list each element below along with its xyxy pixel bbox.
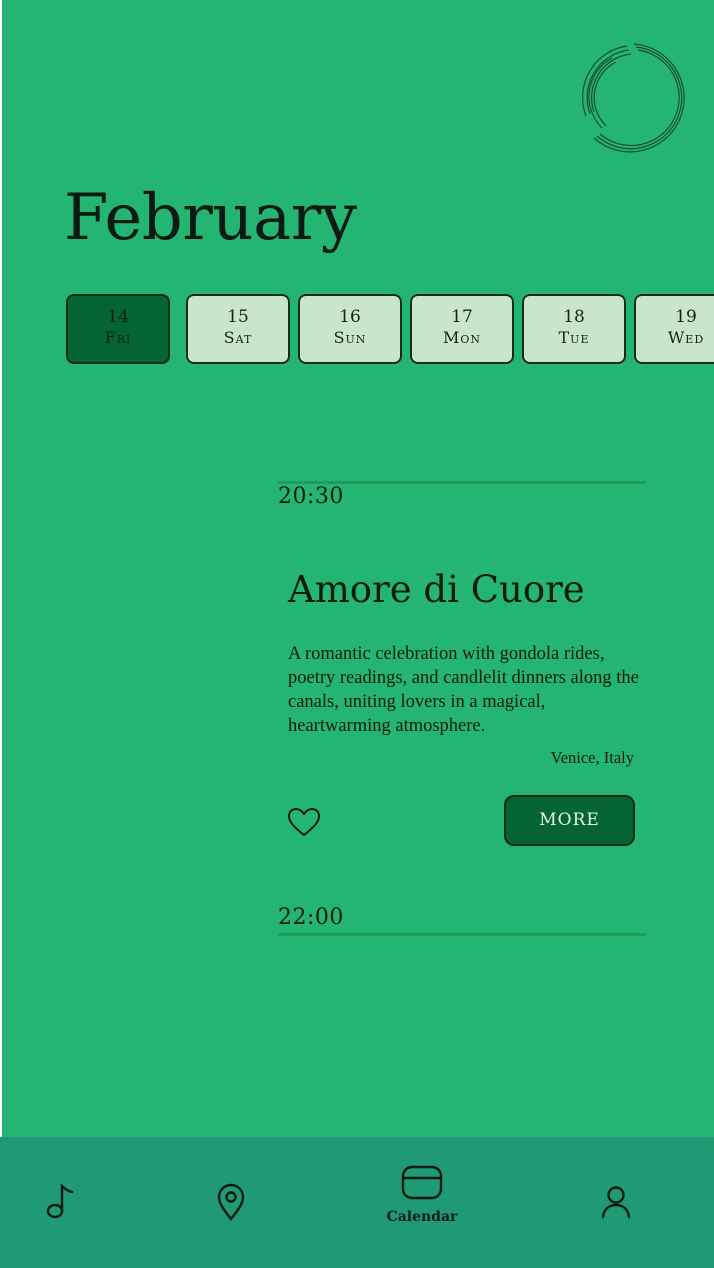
day-number: 17 (451, 307, 473, 327)
day-number: 18 (563, 307, 585, 327)
more-button[interactable]: MORE (504, 795, 635, 846)
event-description: A romantic celebration with gondola ride… (288, 644, 639, 736)
left-edge (0, 0, 2, 1140)
nav-item-calendar[interactable]: Calendar (372, 1137, 472, 1268)
day-chip-17[interactable]: 17 Mon (410, 294, 514, 364)
decorative-ring-icon (581, 43, 685, 153)
bottom-navigation: Calendar (0, 1137, 714, 1268)
day-number: 14 (107, 307, 129, 327)
month-title: February (64, 181, 357, 255)
calendar-screen: February 14 Fri 15 Sat 16 Sun 17 Mon 18 … (0, 0, 714, 1268)
day-name: Sun (333, 328, 367, 347)
day-number: 19 (675, 307, 697, 327)
event-location: Venice, Italy (550, 748, 634, 767)
day-chip-15[interactable]: 15 Sat (186, 294, 290, 364)
heart-icon[interactable] (286, 806, 322, 838)
day-chip-19[interactable]: 19 Wed (634, 294, 714, 364)
day-selector: 14 Fri 15 Sat 16 Sun 17 Mon 18 Tue 19 We… (64, 294, 714, 368)
day-number: 16 (339, 307, 361, 327)
day-name: Mon (442, 328, 482, 347)
day-name: Sat (223, 328, 253, 347)
nav-item-music[interactable] (20, 1137, 100, 1268)
day-name: Fri (104, 328, 132, 347)
nav-item-profile[interactable] (576, 1137, 656, 1268)
nav-item-places[interactable] (190, 1137, 270, 1268)
music-note-icon (46, 1183, 74, 1219)
timeline-divider (278, 933, 646, 936)
nav-label-calendar: Calendar (386, 1209, 458, 1225)
calendar-icon (401, 1165, 443, 1200)
day-chip-16[interactable]: 16 Sun (298, 294, 402, 364)
day-name: Tue (558, 328, 590, 347)
day-number: 15 (227, 307, 249, 327)
day-chip-18[interactable]: 18 Tue (522, 294, 626, 364)
map-pin-icon (217, 1183, 245, 1221)
day-chip-14[interactable]: 14 Fri (66, 294, 170, 364)
user-icon (601, 1186, 631, 1219)
time-slot-label: 22:00 (278, 905, 344, 930)
event-title: Amore di Cuore (288, 568, 585, 611)
day-name: Wed (667, 328, 705, 347)
time-slot-label: 20:30 (278, 484, 344, 509)
